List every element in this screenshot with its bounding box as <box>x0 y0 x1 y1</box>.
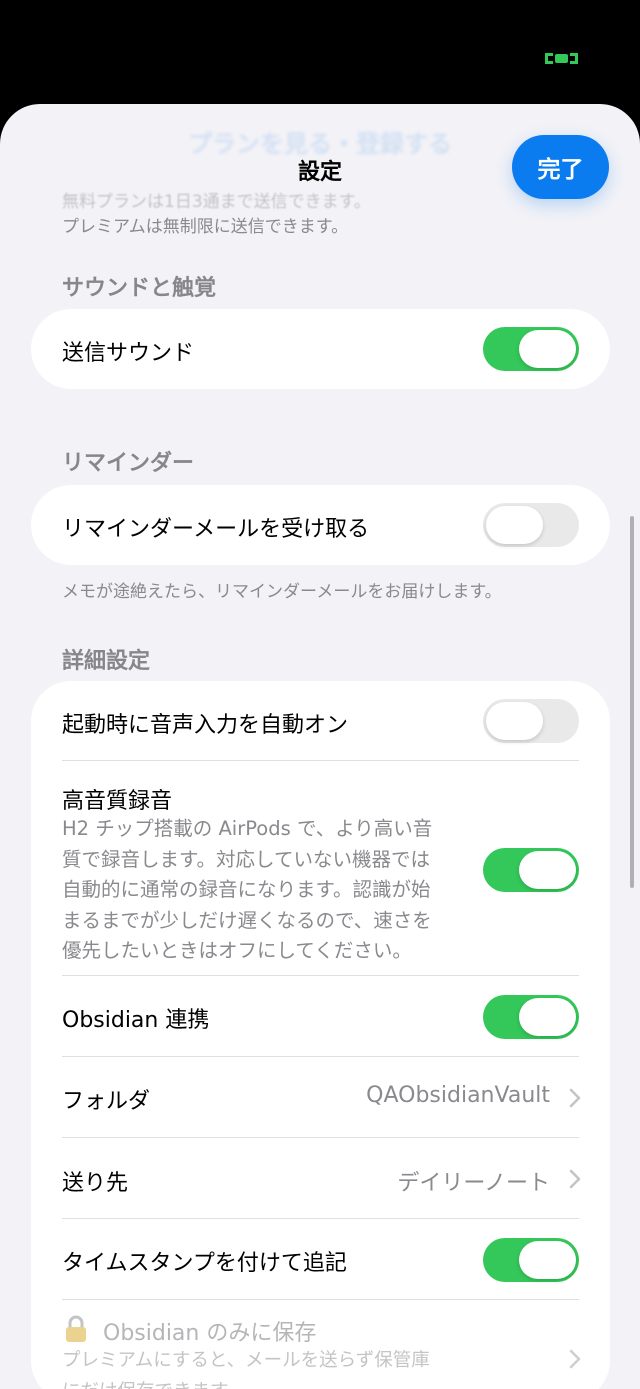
row-label: Obsidian のみに保存 <box>103 1321 317 1346</box>
chevron-right-icon <box>569 1349 581 1369</box>
premium-note-line1: 無料プランは1日3通まで送信できます。 <box>62 192 371 212</box>
row-label: リマインダーメールを受け取る <box>62 517 370 542</box>
lock-icon <box>66 1315 86 1342</box>
description-line: プレミアムにすると、メールを送らず保管庫 <box>62 1350 430 1371</box>
reminder-mail-toggle[interactable] <box>483 503 579 547</box>
timestamp-append-toggle[interactable] <box>483 1238 579 1282</box>
row-timestamp-append[interactable]: タイムスタンプを付けて追記 <box>31 1219 610 1300</box>
row-label: Obsidian 連携 <box>62 1008 210 1033</box>
row-label: フォルダ <box>62 1089 151 1114</box>
description-line: 自動的に通常の録音になります。認識が始 <box>62 878 431 901</box>
send-sound-toggle[interactable] <box>483 327 579 371</box>
row-folder[interactable]: フォルダ QAObsidianVault <box>31 1057 610 1138</box>
row-high-quality-recording[interactable]: 高音質録音 H2 チップ搭載の AirPods で、より高い音 質で録音します。… <box>31 761 610 976</box>
row-label: 高音質録音 <box>62 789 173 814</box>
folder-value: QAObsidianVault <box>366 1083 550 1108</box>
row-obsidian-only-save[interactable]: Obsidian のみに保存 プレミアムにすると、メールを送らず保管庫 にだけ保… <box>31 1300 610 1389</box>
auto-voice-input-toggle[interactable] <box>483 699 579 743</box>
row-send-sound[interactable]: 送信サウンド <box>31 309 610 389</box>
row-label: 送り先 <box>62 1171 129 1196</box>
obsidian-integration-toggle[interactable] <box>483 995 579 1039</box>
chevron-right-icon <box>569 1088 581 1108</box>
row-obsidian-integration[interactable]: Obsidian 連携 <box>31 976 610 1057</box>
card-advanced: 起動時に音声入力を自動オン 高音質録音 H2 チップ搭載の AirPods で、… <box>31 681 610 1389</box>
description-line: 質で録音します。対応していない機器では <box>62 847 430 871</box>
description-line: H2 チップ搭載の AirPods で、より高い音 <box>62 817 433 840</box>
row-label: 起動時に音声入力を自動オン <box>62 713 349 738</box>
screen-recording-indicator-icon <box>545 53 578 64</box>
row-auto-voice-input[interactable]: 起動時に音声入力を自動オン <box>31 681 610 761</box>
premium-note: 無料プランは1日3通まで送信できます。 プレミアムは無制限に送信できます。 <box>62 190 371 240</box>
row-reminder-mail[interactable]: リマインダーメールを受け取る <box>31 485 610 565</box>
row-destination[interactable]: 送り先 デイリーノート <box>31 1138 610 1219</box>
card-reminder: リマインダーメールを受け取る <box>31 485 610 565</box>
destination-value: デイリーノート <box>397 1171 550 1196</box>
reminder-footer: メモが途絶えたら、リマインダーメールをお届けします。 <box>62 582 502 602</box>
chevron-right-icon <box>569 1169 581 1189</box>
row-label: タイムスタンプを付けて追記 <box>62 1251 347 1276</box>
done-button[interactable]: 完了 <box>512 135 609 199</box>
high-quality-recording-description: H2 チップ搭載の AirPods で、より高い音 質で録音します。対応していな… <box>62 814 482 967</box>
row-label: 送信サウンド <box>62 341 195 366</box>
card-sound: 送信サウンド <box>31 309 610 389</box>
premium-note-line2: プレミアムは無制限に送信できます。 <box>62 217 349 237</box>
description-line: 優先したいときはオフにしてください。 <box>62 939 412 962</box>
scrollbar[interactable] <box>630 516 634 888</box>
description-line: まるまでが少しだけ遅くなるので、速さを <box>62 908 432 932</box>
section-header-reminder: リマインダー <box>62 451 195 476</box>
description-line: にだけ保存できます。 <box>62 1377 502 1389</box>
status-bar <box>0 0 640 104</box>
section-header-advanced: 詳細設定 <box>62 649 151 674</box>
section-header-sound: サウンドと触覚 <box>62 276 217 301</box>
high-quality-recording-toggle[interactable] <box>483 848 579 892</box>
settings-sheet: プランを見る・登録する 設定 完了 無料プランは1日3通まで送信できます。 プレ… <box>0 104 640 1389</box>
obsidian-only-description: プレミアムにすると、メールを送らず保管庫 にだけ保存できます。 <box>62 1346 502 1389</box>
